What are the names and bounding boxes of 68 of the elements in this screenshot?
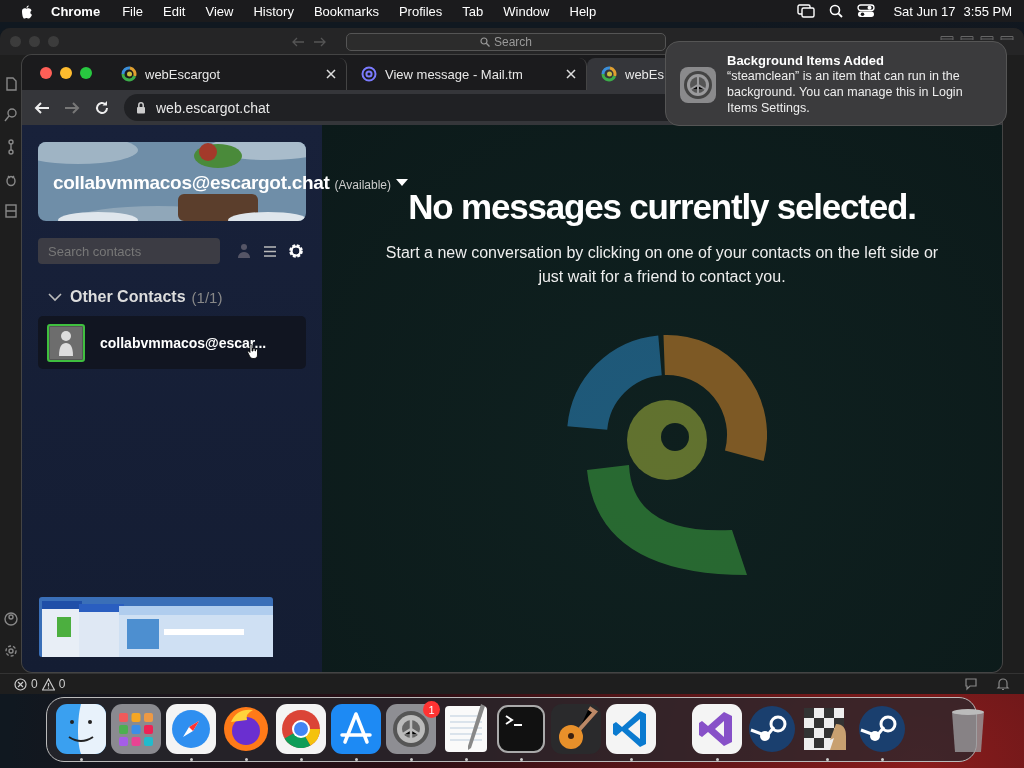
reload-icon[interactable]	[94, 99, 110, 116]
menu-item[interactable]: Help	[559, 3, 607, 19]
apple-icon	[20, 3, 33, 19]
layout-icon[interactable]	[1000, 35, 1014, 40]
warning-icon[interactable]	[41, 677, 55, 691]
spiral-favicon	[121, 66, 137, 82]
forward-arrow-icon[interactable]	[64, 100, 80, 115]
gear-icon	[679, 66, 717, 104]
settings-icon[interactable]	[288, 243, 304, 259]
menu-item[interactable]: Tab	[452, 3, 494, 19]
avatar-icon	[47, 323, 85, 362]
menu-item[interactable]: View	[195, 3, 244, 19]
screen-mirroring-icon[interactable]	[797, 4, 816, 18]
files-icon[interactable]	[4, 75, 18, 91]
spiral-favicon	[601, 66, 617, 82]
close-icon[interactable]	[566, 69, 576, 79]
app-store-icon[interactable]	[331, 704, 381, 754]
notification-badge: 1	[423, 701, 440, 718]
search-icon	[480, 36, 490, 47]
menu-item[interactable]: File	[112, 3, 154, 19]
guitar-icon[interactable]	[551, 704, 601, 754]
empty-state-heading: No messages currently selected.	[408, 187, 916, 227]
ide-icon[interactable]	[692, 704, 742, 754]
terminal-icon[interactable]	[496, 704, 546, 754]
bell-icon[interactable]	[996, 677, 1010, 691]
close-window-button[interactable]	[40, 66, 52, 79]
caret-icon[interactable]	[396, 178, 409, 187]
menubar-clock: 3:55 PM	[963, 3, 1012, 19]
compass-icon[interactable]	[166, 704, 216, 754]
menu-item[interactable]: Bookmarks	[303, 3, 389, 19]
menu-item[interactable]: History	[243, 3, 304, 19]
app-menu[interactable]: Chrome	[33, 3, 113, 19]
zoom-window-button[interactable]	[80, 66, 92, 79]
layout-icon[interactable]	[960, 35, 974, 40]
layout-icon[interactable]	[940, 35, 954, 40]
menu-item[interactable]: Window	[493, 3, 560, 19]
gear-icon[interactable]	[386, 704, 436, 754]
warning-count[interactable]: 0	[58, 677, 66, 691]
error-count[interactable]: 0	[31, 677, 38, 691]
list-icon[interactable]	[264, 245, 276, 257]
app-grid-icon[interactable]	[111, 704, 161, 754]
search-icon[interactable]	[829, 4, 844, 18]
menubar-date: Sat Jun 17	[893, 3, 956, 19]
contact-group-header[interactable]: Other Contacts (1/1)	[48, 288, 306, 306]
menu-item[interactable]: Profiles	[388, 3, 453, 19]
empty-state-text: Start a new conversation by clicking on one of your contacts on the left side or just wait for a friend to contact you.	[384, 243, 940, 287]
layout-icon[interactable]	[980, 35, 994, 40]
notification-title: Background Items Added	[727, 53, 885, 68]
feedback-icon[interactable]	[964, 677, 978, 691]
extensions-icon[interactable]	[4, 203, 18, 219]
control-center-icon[interactable]	[857, 4, 876, 18]
at-sign-icon	[361, 66, 377, 82]
steam-icon[interactable]	[857, 704, 907, 754]
close-icon[interactable]	[326, 69, 336, 79]
contact-item[interactable]: collabvmmacos@escar...	[38, 316, 306, 369]
presence-status[interactable]: (Available)	[334, 177, 392, 192]
steam-icon[interactable]	[747, 704, 797, 754]
fox-globe-icon[interactable]	[221, 704, 271, 754]
minimize-window-button[interactable]	[60, 66, 72, 79]
lock-icon	[136, 101, 146, 114]
code-editor-icon[interactable]	[606, 704, 656, 754]
menu-item[interactable]: Edit	[153, 3, 196, 19]
search-field[interactable]: Search	[346, 32, 666, 51]
face-icon[interactable]	[56, 704, 106, 754]
account-icon[interactable]	[4, 611, 18, 627]
error-icon[interactable]	[14, 677, 27, 691]
browser-icon[interactable]	[276, 704, 326, 754]
search-field[interactable]: Search contacts	[38, 238, 220, 264]
